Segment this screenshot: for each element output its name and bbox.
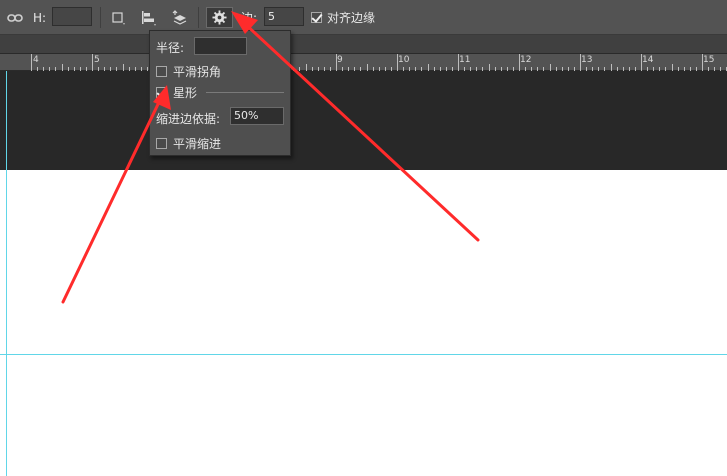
ruler-label: 13 <box>581 55 593 65</box>
align-edges-checkbox[interactable] <box>311 12 322 23</box>
path-operations-icon[interactable] <box>111 0 127 35</box>
gear-settings-button[interactable] <box>206 7 233 28</box>
document-canvas[interactable] <box>0 170 727 476</box>
align-edges-toggle[interactable]: 对齐边缘 <box>311 0 375 35</box>
star-checkbox[interactable] <box>156 87 167 98</box>
ruler-label: 5 <box>94 55 100 65</box>
align-edges-label: 对齐边缘 <box>327 11 376 25</box>
radius-label: 半径: <box>156 41 185 55</box>
ruler-label: 14 <box>642 55 654 65</box>
ruler-ticks <box>31 54 727 71</box>
height-label: H: <box>33 10 47 25</box>
smooth-indents-checkbox[interactable] <box>156 138 167 149</box>
indent-sides-input[interactable]: 50% <box>230 107 284 125</box>
ruler-label: 12 <box>520 55 532 65</box>
ruler-label: 10 <box>398 55 410 65</box>
ruler-label: 9 <box>337 55 343 65</box>
smooth-indents-label: 平滑缩进 <box>173 137 222 151</box>
ruler-label: 15 <box>703 55 715 65</box>
smooth-corners-option[interactable]: 平滑拐角 <box>156 63 221 80</box>
horizontal-ruler: 4 5 9 10 11 12 13 14 15 <box>0 54 727 71</box>
star-section-divider <box>206 92 284 93</box>
sides-input[interactable]: 5 <box>264 7 304 26</box>
ruler-label: 4 <box>33 55 39 65</box>
separator <box>100 7 101 28</box>
star-label: 星形 <box>173 86 198 100</box>
horizontal-guide[interactable] <box>0 354 727 355</box>
separator <box>198 7 199 28</box>
pasteboard <box>0 71 727 170</box>
document-tab-strip <box>0 35 727 54</box>
height-input[interactable] <box>52 7 92 26</box>
smooth-corners-label: 平滑拐角 <box>173 65 222 79</box>
link-icon[interactable] <box>7 0 23 35</box>
star-option[interactable]: 星形 <box>156 84 197 101</box>
gear-icon <box>212 10 227 25</box>
ruler-label: 11 <box>459 55 471 65</box>
smooth-indents-option[interactable]: 平滑缩进 <box>156 135 221 152</box>
smooth-corners-checkbox[interactable] <box>156 66 167 77</box>
shape-options-popup: 半径: 平滑拐角 星形 缩进边依据: 50% 平滑缩进 <box>149 30 291 156</box>
radius-input[interactable] <box>194 37 247 55</box>
indent-sides-label: 缩进边依据: <box>156 112 221 126</box>
vertical-guide[interactable] <box>6 71 7 476</box>
options-bar: H: 边: 5 对齐边缘 <box>0 0 727 35</box>
